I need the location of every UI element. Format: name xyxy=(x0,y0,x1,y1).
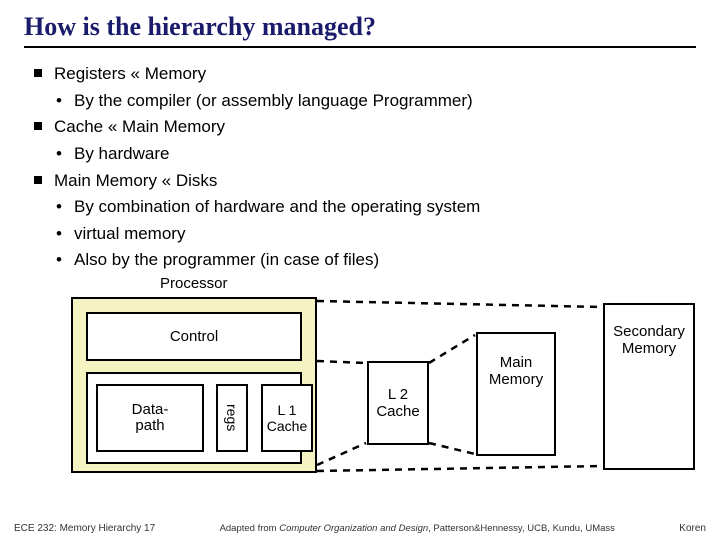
bullet-mainmem: Main Memory « Disks xyxy=(34,169,694,194)
footer-citation: Adapted from Computer Organization and D… xyxy=(220,523,615,534)
title-rule xyxy=(24,46,696,48)
regs-label: regs xyxy=(224,404,240,431)
bullet-mainmem-sub3: Also by the programmer (in case of files… xyxy=(34,248,694,273)
bullet-list: Registers « Memory By the compiler (or a… xyxy=(0,62,720,273)
main-memory-box: MainMemory xyxy=(476,332,556,456)
regs-box: regs xyxy=(216,384,248,452)
datapath-box: Data-path xyxy=(96,384,204,452)
hierarchy-diagram: Processor Control Data-path regs L 1Cach… xyxy=(0,275,720,495)
slide-title: How is the hierarchy managed? xyxy=(0,0,720,46)
bullet-cache: Cache « Main Memory xyxy=(34,115,694,140)
footer-left: ECE 232: Memory Hierarchy 17 xyxy=(14,523,155,534)
bullet-mainmem-sub1: By combination of hardware and the opera… xyxy=(34,195,694,220)
footer-mid-ital: Computer Organization and Design xyxy=(279,523,428,534)
control-box: Control xyxy=(86,312,302,361)
bullet-registers: Registers « Memory xyxy=(34,62,694,87)
l1-cache-box: L 1Cache xyxy=(261,384,313,452)
footer-mid-post: , Patterson&Hennessy, UCB, Kundu, UMass xyxy=(428,523,615,534)
processor-label: Processor xyxy=(160,275,228,292)
bullet-mainmem-sub2: virtual memory xyxy=(34,222,694,247)
footer-right: Koren xyxy=(679,523,706,534)
l2-cache-box: L 2Cache xyxy=(367,361,429,445)
slide-footer: ECE 232: Memory Hierarchy 17 Adapted fro… xyxy=(0,523,720,534)
footer-mid-pre: Adapted from xyxy=(220,523,280,534)
bullet-cache-sub1: By hardware xyxy=(34,142,694,167)
bullet-registers-sub1: By the compiler (or assembly language Pr… xyxy=(34,89,694,114)
secondary-memory-box: SecondaryMemory xyxy=(603,303,695,470)
